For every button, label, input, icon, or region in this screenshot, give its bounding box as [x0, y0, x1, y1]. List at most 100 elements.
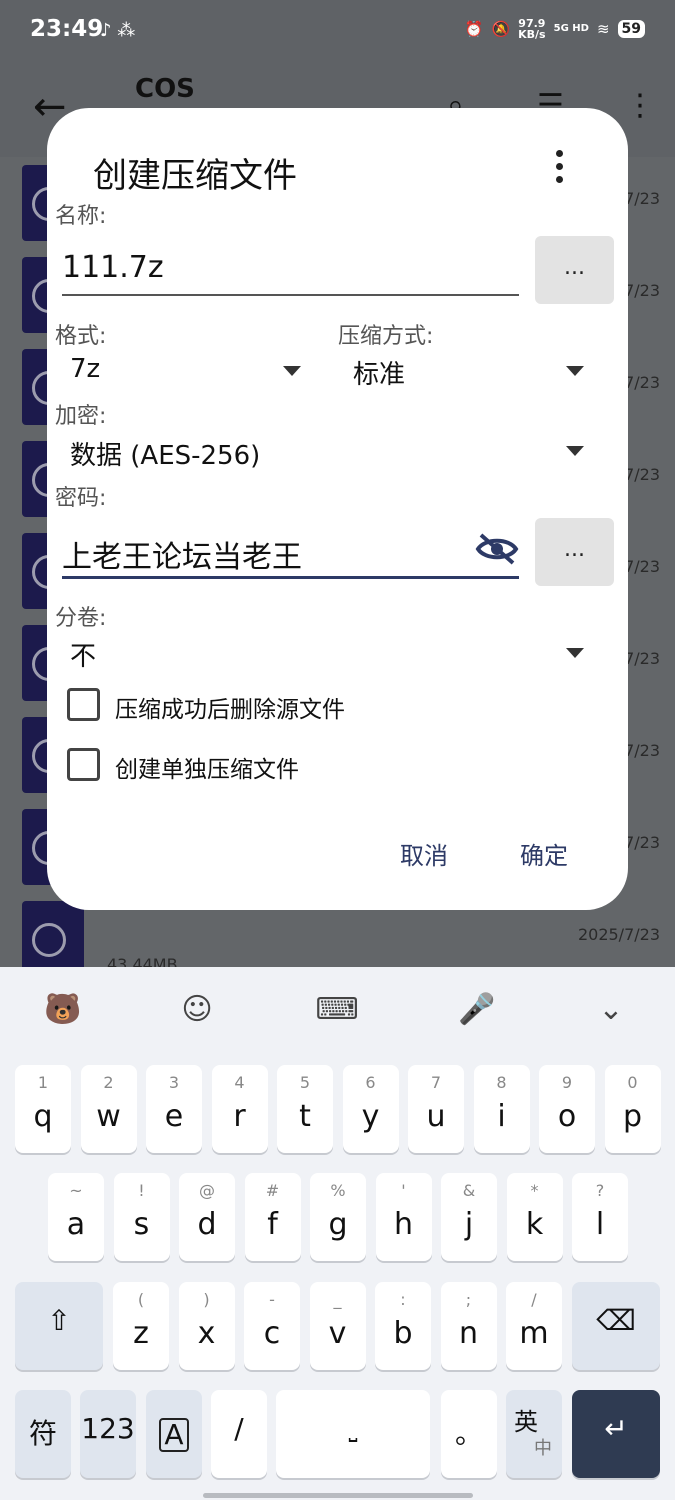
key-hint: 4 — [234, 1073, 245, 1092]
key-char: w — [96, 1099, 121, 1134]
delete-source-label[interactable]: 压缩成功后删除源文件 — [115, 690, 345, 724]
period-key[interactable]: 。 — [441, 1390, 497, 1478]
separate-archive-label[interactable]: 创建单独压缩文件 — [115, 750, 299, 784]
delete-source-checkbox[interactable] — [67, 688, 100, 721]
key-p[interactable]: 0p — [604, 1065, 661, 1153]
status-right: ⏰ 🔕 97.9 KB/s 5G HD ≋ 59 — [465, 18, 645, 40]
volume-select[interactable]: 不 — [70, 636, 96, 673]
alarm-icon: ⏰ — [464, 20, 484, 38]
key-h[interactable]: ' h — [375, 1173, 432, 1261]
key-o[interactable]: 9o — [539, 1065, 595, 1153]
password-label: 密码: — [55, 486, 107, 511]
key-e[interactable]: 3e — [146, 1065, 202, 1153]
dialog-more-icon[interactable] — [553, 150, 565, 184]
key-g[interactable]: % g — [310, 1173, 366, 1261]
key-char: z — [133, 1316, 149, 1351]
key-t[interactable]: 5t — [277, 1065, 333, 1153]
format-select[interactable]: 7z — [70, 354, 100, 384]
key-l[interactable]: ? l — [572, 1173, 628, 1261]
key-v[interactable]: _ v — [309, 1282, 366, 1370]
key-u[interactable]: 7u — [408, 1065, 464, 1153]
format-dropdown-icon[interactable] — [283, 366, 301, 376]
key-q[interactable]: 1q — [15, 1065, 71, 1153]
key-x[interactable]: ) x — [178, 1282, 235, 1370]
key-char: i — [497, 1099, 506, 1134]
file-date: 2025/7/23 — [577, 925, 660, 944]
key-n[interactable]: ; n — [440, 1282, 497, 1370]
key-hint: 6 — [365, 1073, 376, 1092]
key-d[interactable]: @ d — [179, 1173, 235, 1261]
key-char: d — [197, 1207, 217, 1242]
key-char: o — [557, 1099, 577, 1134]
microphone-icon[interactable]: 🎤 — [452, 985, 502, 1035]
lang-en-label: 英 — [514, 1408, 538, 1436]
key-s[interactable]: ! s — [113, 1173, 170, 1261]
slash-label: / — [234, 1412, 244, 1445]
keyboard-layout-icon[interactable]: ⌨ — [312, 985, 362, 1035]
key-r[interactable]: 4r — [211, 1065, 268, 1153]
key-j[interactable]: & j — [441, 1173, 497, 1261]
key-char: s — [133, 1207, 150, 1242]
password-input[interactable]: 上老王论坛当老王 — [62, 518, 519, 579]
backspace-key[interactable]: ⌫ — [572, 1282, 660, 1370]
language-switch-key[interactable]: 英中 — [506, 1390, 562, 1478]
browse-name-button[interactable]: ... — [535, 236, 614, 304]
lang-zh-label: 中 — [534, 1438, 552, 1459]
key-c[interactable]: -c — [244, 1282, 300, 1370]
key-char: m — [519, 1316, 549, 1351]
keyboard-logo-icon[interactable]: 🐻 — [38, 985, 88, 1035]
generate-password-button[interactable]: ... — [535, 518, 614, 586]
key-char: c — [263, 1316, 281, 1351]
symbols-key[interactable]: 符 — [15, 1390, 71, 1478]
create-archive-dialog: 创建压缩文件 名称: 111.7z ... 格式: 7z 压缩方式: 标准 加密… — [47, 108, 628, 910]
ok-button[interactable]: 确定 — [520, 836, 568, 871]
key-char: x — [197, 1316, 216, 1351]
key-m[interactable]: / m — [506, 1282, 562, 1370]
key-char: t — [299, 1099, 311, 1134]
separate-archive-checkbox[interactable] — [67, 748, 100, 781]
key-hint: 2 — [103, 1073, 114, 1092]
numbers-key[interactable]: 123 — [80, 1390, 136, 1478]
key-y[interactable]: 6y — [342, 1065, 399, 1153]
encryption-select[interactable]: 数据 (AES-256) — [70, 435, 260, 472]
cancel-button[interactable]: 取消 — [400, 836, 448, 871]
signal-icon: 5G HD — [553, 23, 589, 34]
key-hint: 3 — [168, 1073, 180, 1092]
name-input[interactable]: 111.7z — [62, 236, 519, 296]
method-dropdown-icon[interactable] — [566, 366, 584, 376]
key-hint: ) — [203, 1290, 210, 1309]
key-a[interactable]: ~ a — [48, 1173, 104, 1261]
key-z[interactable]: (z — [113, 1282, 169, 1370]
battery-indicator: 59 — [617, 20, 645, 38]
key-hint: % — [330, 1181, 346, 1200]
key-i[interactable]: 8i — [473, 1065, 530, 1153]
key-w[interactable]: 2w — [80, 1065, 137, 1153]
keyboard-switch-key[interactable]: A — [146, 1390, 202, 1478]
key-char: p — [622, 1099, 643, 1134]
key-hint: ! — [138, 1181, 145, 1200]
slash-key[interactable]: / — [211, 1390, 267, 1478]
soft-keyboard: 🐻 ☺ ⌨ 🎤 ⌄ 1 q 2 w 3 e 4 r 5 t 6 y 7 u 8 i 9 o 0 p ~ a! s @ d # f% g… — [0, 967, 675, 1500]
network-speed: 97.9 KB/s — [518, 17, 546, 41]
key-f[interactable]: # f — [244, 1173, 301, 1261]
name-input-value[interactable]: 111.7z — [62, 250, 164, 285]
key-hint: - — [269, 1290, 275, 1309]
key-char: u — [426, 1099, 446, 1134]
notification-icons: ♪ ⁂ — [100, 20, 136, 41]
more-menu-icon[interactable]: ⋮ — [625, 88, 655, 123]
space-key[interactable]: ⎵ — [276, 1390, 430, 1478]
encryption-dropdown-icon[interactable] — [566, 446, 584, 456]
visibility-off-icon[interactable] — [475, 532, 519, 566]
password-input-value[interactable]: 上老王论坛当老王 — [62, 532, 302, 576]
shift-key[interactable]: ⇧ — [15, 1282, 103, 1370]
key-k[interactable]: * k — [506, 1173, 563, 1261]
method-select[interactable]: 标准 — [353, 354, 405, 391]
volume-dropdown-icon[interactable] — [566, 648, 584, 658]
collapse-keyboard-icon[interactable]: ⌄ — [586, 985, 636, 1035]
key-hint: ; — [465, 1290, 472, 1309]
enter-key[interactable]: ↵ — [572, 1390, 660, 1478]
key-char: l — [595, 1207, 605, 1242]
key-b[interactable]: :b — [375, 1282, 431, 1370]
keyboard-switch-icon: A — [159, 1418, 189, 1452]
emoji-icon[interactable]: ☺ — [172, 985, 222, 1035]
